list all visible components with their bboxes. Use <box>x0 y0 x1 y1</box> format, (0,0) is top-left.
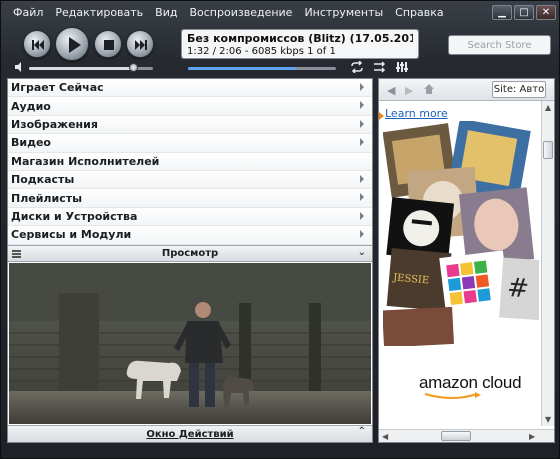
now-playing-display[interactable]: Без компромиссов (Blitz) (17.05.2011) 1:… <box>181 29 419 59</box>
menu-bar: Файл Редактировать Вид Воспроизведение И… <box>7 5 450 21</box>
play-icon <box>69 37 81 53</box>
library-tree-item-label: Играет Сейчас <box>11 81 104 95</box>
amazon-cloud-logo[interactable]: amazon cloud <box>419 373 522 393</box>
seek-bar[interactable] <box>188 67 336 70</box>
library-tree-item[interactable]: Плейлисты <box>8 189 372 208</box>
chevron-up-icon[interactable]: ⌃ <box>358 426 366 437</box>
library-tree-item-label: Аудио <box>11 99 51 113</box>
next-button[interactable] <box>126 30 154 58</box>
home-icon[interactable] <box>423 83 435 95</box>
shuffle-icon[interactable] <box>373 61 387 73</box>
repeat-icon[interactable] <box>350 61 364 73</box>
close-button[interactable]: ✕ <box>536 5 556 20</box>
stop-icon <box>104 40 114 50</box>
library-tree-item-label: Плейлисты <box>11 191 83 205</box>
menu-help[interactable]: Справка <box>389 5 449 21</box>
actions-window-label[interactable]: Окно Действий <box>146 429 233 440</box>
chevron-right-icon[interactable] <box>360 101 364 110</box>
maximize-icon: □ <box>519 6 529 18</box>
store-panel: ◀ ▶ Site: Авто Learn more JESSIE # amazo… <box>378 78 555 443</box>
back-arrow-icon[interactable]: ◀ <box>387 84 395 97</box>
close-icon: ✕ <box>541 6 551 18</box>
list-icon[interactable] <box>12 250 21 258</box>
chevron-right-icon[interactable] <box>360 174 364 183</box>
now-playing-title: Без компромиссов (Blitz) (17.05.2011) <box>187 32 413 45</box>
chevron-right-icon[interactable] <box>360 138 364 147</box>
video-frame-image <box>9 263 371 424</box>
library-tree-item-label: Изображения <box>11 117 98 131</box>
stop-button[interactable] <box>94 30 122 58</box>
menu-file[interactable]: Файл <box>7 5 49 21</box>
album-collage-image[interactable]: JESSIE # <box>383 121 539 346</box>
menu-view[interactable]: Вид <box>149 5 183 21</box>
volume-slider-thumb[interactable] <box>129 63 139 72</box>
next-icon <box>135 40 147 50</box>
now-playing-details: 1:32 / 2:06 - 6085 kbps 1 of 1 <box>187 46 336 57</box>
chevron-right-icon[interactable] <box>360 230 364 239</box>
volume-icon[interactable] <box>15 62 25 72</box>
horizontal-scroll-thumb[interactable] <box>441 431 471 441</box>
library-tree-item-label: Подкасты <box>11 173 75 187</box>
preview-header[interactable]: Просмотр ⌄ <box>8 245 372 262</box>
library-tree: Играет Сейчас Аудио Изображения Видео Магази… <box>8 79 372 245</box>
chevron-down-icon[interactable]: ⌄ <box>358 247 366 258</box>
library-tree-item[interactable]: Играет Сейчас <box>8 79 372 98</box>
library-tree-item-label: Магазин Исполнителей <box>11 154 160 168</box>
library-tree-item[interactable]: Сервисы и Модули <box>8 226 372 245</box>
chevron-right-icon[interactable] <box>360 83 364 91</box>
preview-label: Просмотр <box>161 248 219 259</box>
previous-icon <box>32 40 44 50</box>
previous-button[interactable] <box>23 30 51 58</box>
chevron-right-icon[interactable] <box>360 211 364 220</box>
menu-tools[interactable]: Инструменты <box>298 5 389 21</box>
volume-slider-fill <box>29 67 135 70</box>
menu-edit[interactable]: Редактировать <box>49 5 149 21</box>
equalizer-icon[interactable] <box>396 61 408 73</box>
scroll-up-icon[interactable]: ▲ <box>545 103 551 112</box>
minimize-icon: ▁ <box>498 6 506 18</box>
library-tree-item[interactable]: Видео <box>8 134 372 153</box>
chevron-right-icon[interactable] <box>360 119 364 128</box>
maximize-button[interactable]: □ <box>514 5 534 20</box>
scroll-left-icon[interactable]: ◀ <box>382 432 388 441</box>
learn-more-link[interactable]: Learn more <box>385 107 448 120</box>
search-store-input[interactable]: Search Store <box>448 35 551 55</box>
library-tree-item-label: Сервисы и Модули <box>11 228 132 242</box>
actions-window-bar[interactable]: Окно Действий ⌃ <box>8 425 372 442</box>
app-window: Файл Редактировать Вид Воспроизведение И… <box>0 0 560 459</box>
play-button[interactable] <box>55 27 89 61</box>
amazon-smile-icon <box>424 392 481 399</box>
menu-playback[interactable]: Воспроизведение <box>183 5 298 21</box>
library-tree-item-label: Видео <box>11 136 51 150</box>
library-tree-item[interactable]: Аудио <box>8 97 372 116</box>
learn-more-arrow-icon <box>379 112 384 120</box>
scroll-down-icon[interactable]: ▼ <box>545 415 551 424</box>
library-tree-item[interactable]: Изображения <box>8 115 372 135</box>
store-horizontal-scrollbar[interactable]: ◀ ▶ <box>379 429 554 442</box>
library-tree-item[interactable]: Магазин Исполнителей <box>8 152 372 171</box>
library-tree-item[interactable]: Диски и Устройства <box>8 207 372 227</box>
site-selector-button[interactable]: Site: Авто <box>492 81 546 98</box>
video-preview[interactable] <box>9 263 371 424</box>
chevron-right-icon[interactable] <box>360 193 364 202</box>
svg-text:#: # <box>506 273 530 304</box>
vertical-scroll-thumb[interactable] <box>543 141 553 159</box>
store-vertical-scrollbar[interactable]: ▲ ▼ <box>541 101 554 426</box>
seek-bar-fill <box>188 67 297 70</box>
minimize-button[interactable]: ▁ <box>492 5 512 20</box>
library-tree-item-label: Диски и Устройства <box>11 209 138 223</box>
scroll-right-icon[interactable]: ▶ <box>529 432 535 441</box>
library-tree-item[interactable]: Подкасты <box>8 170 372 190</box>
library-panel: Играет Сейчас Аудио Изображения Видео Магази… <box>7 78 373 443</box>
store-toolbar: ◀ ▶ Site: Авто <box>379 79 554 101</box>
forward-arrow-icon[interactable]: ▶ <box>405 84 413 97</box>
